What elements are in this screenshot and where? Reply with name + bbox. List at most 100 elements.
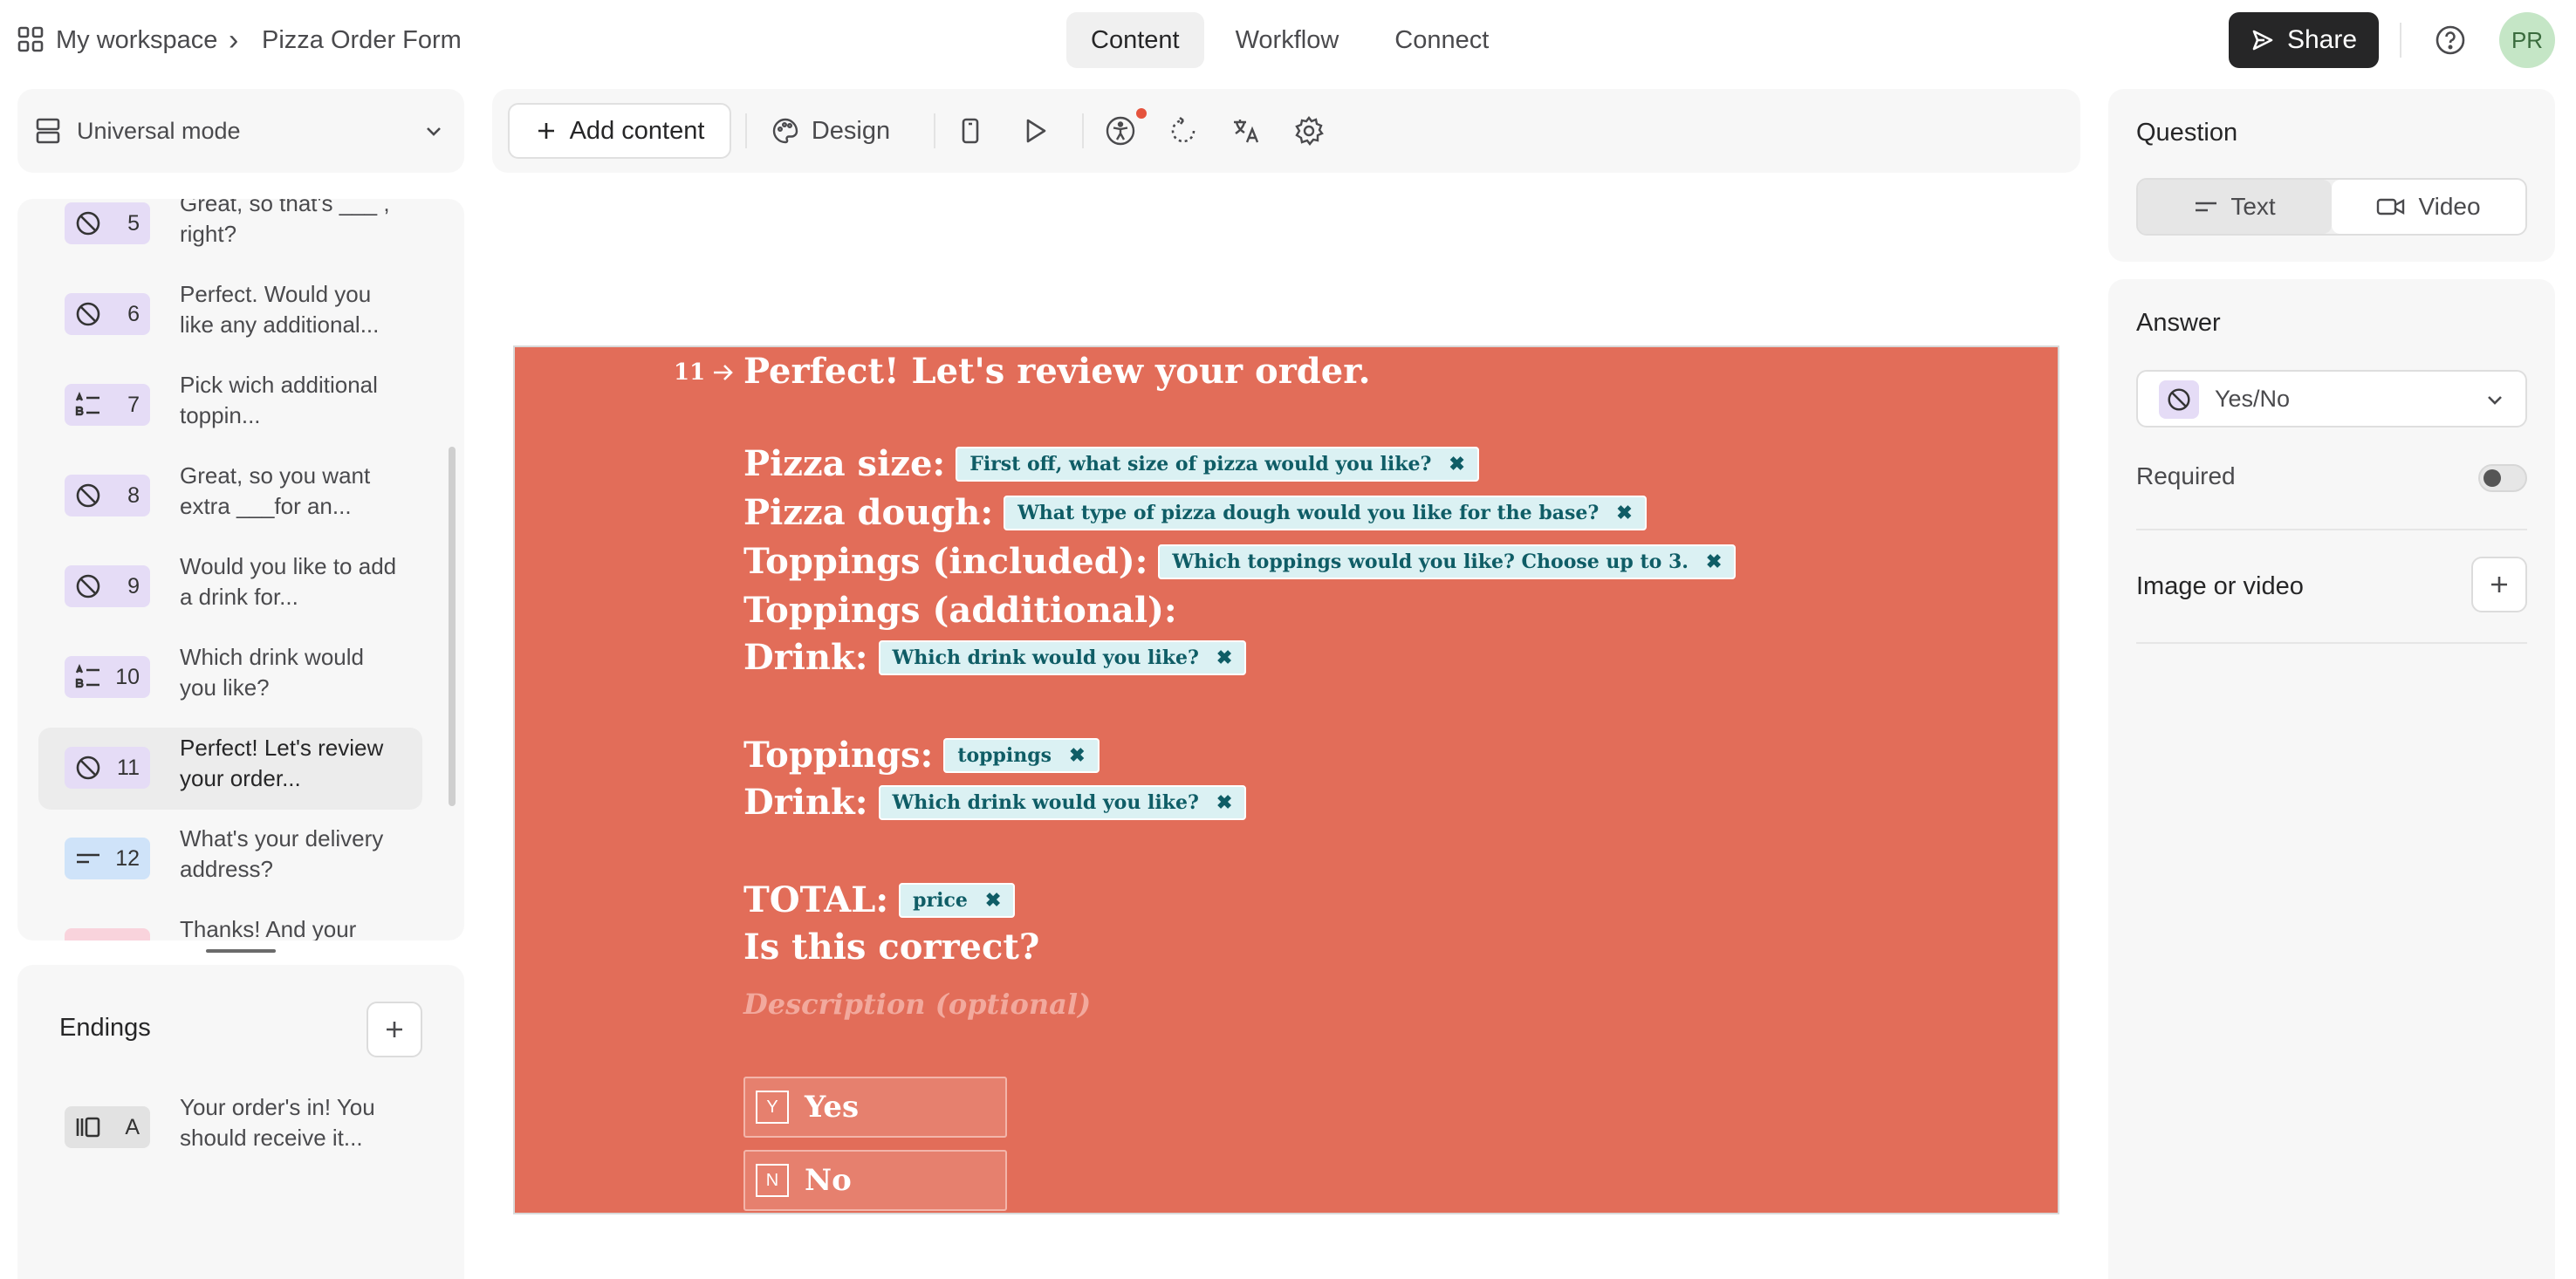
text-lines-icon <box>2194 196 2218 217</box>
help-icon[interactable] <box>2435 24 2466 56</box>
endings-title: Endings <box>59 1014 151 1042</box>
confirm-question[interactable]: Is this correct? <box>743 927 1039 968</box>
tab-workflow[interactable]: Workflow <box>1211 12 1364 68</box>
no-symbol-icon <box>73 209 103 238</box>
mode-label: Universal mode <box>77 117 241 144</box>
mode-icon <box>35 117 61 145</box>
form-canvas[interactable]: 11 Perfect! Let's review your order. Piz… <box>513 345 2059 1214</box>
settings-gear-icon[interactable] <box>1290 103 1328 159</box>
question-text: Pick wich additional toppin... <box>180 372 378 428</box>
breadcrumb-workspace[interactable]: My workspace <box>56 21 217 59</box>
list-item[interactable]: 9 Would you like to add a drink for... <box>38 546 422 628</box>
question-badge: 10 <box>65 656 150 698</box>
mode-select[interactable]: Universal mode <box>17 89 464 173</box>
summary-line: Pizza size: First off, what size of pizz… <box>743 443 1479 484</box>
description-placeholder[interactable]: Description (optional) <box>743 988 1091 1021</box>
mobile-preview-icon[interactable] <box>951 103 990 159</box>
play-icon[interactable] <box>1016 103 1054 159</box>
video-camera-icon <box>2376 195 2406 218</box>
list-item[interactable]: 12 What's your delivery address? <box>38 818 422 900</box>
summary-line: Pizza dough: What type of pizza dough wo… <box>743 492 1647 533</box>
logic-icon[interactable] <box>1164 103 1202 159</box>
choice-no[interactable]: N No <box>743 1150 1007 1211</box>
choice-yes[interactable]: Y Yes <box>743 1077 1007 1138</box>
summary-line: Drink: Which drink would you like? ✖ <box>743 637 1247 678</box>
segment-video[interactable]: Video <box>2332 180 2525 234</box>
recall-chip[interactable]: First off, what size of pizza would you … <box>956 446 1479 482</box>
tab-content[interactable]: Content <box>1066 12 1204 68</box>
question-text: Perfect. Would you like any additional..… <box>180 281 380 338</box>
resize-handle[interactable] <box>206 949 276 953</box>
share-label: Share <box>2286 25 2358 54</box>
question-text: Perfect! Let's review your order... <box>180 735 384 791</box>
question-badge: 6 <box>65 293 150 335</box>
question-text: Which drink would you like? <box>180 644 364 701</box>
ending-icon <box>73 1112 103 1142</box>
divider <box>2136 529 2527 530</box>
scrollbar[interactable] <box>449 447 456 806</box>
add-content-button[interactable]: Add content <box>508 103 731 159</box>
question-text: Great, so that's ___ , right? <box>180 199 390 247</box>
accessibility-icon[interactable] <box>1101 103 1140 159</box>
arrow-right-icon <box>712 363 735 382</box>
toolbar-divider <box>745 113 747 148</box>
required-toggle[interactable] <box>2478 464 2527 492</box>
top-bar: My workspace › Pizza Order Form Content … <box>0 0 2576 80</box>
translate-icon[interactable] <box>1227 103 1265 159</box>
question-badge: 13 <box>65 928 150 940</box>
close-icon: ✖ <box>1216 790 1233 814</box>
question-text: Would you like to add a drink for... <box>180 553 397 610</box>
ending-item[interactable]: A Your order's in! You should receive it… <box>38 1087 422 1169</box>
recall-chip[interactable]: Which drink would you like? ✖ <box>878 640 1247 675</box>
close-icon: ✖ <box>1216 646 1233 669</box>
list-item[interactable]: 7 Pick wich additional toppin... <box>38 365 422 447</box>
multiple-choice-icon <box>73 390 103 420</box>
question-badge: 9 <box>65 565 150 607</box>
answer-type-select[interactable]: Yes/No <box>2136 370 2527 427</box>
short-text-icon <box>73 844 103 873</box>
avatar[interactable]: PR <box>2499 12 2555 68</box>
plus-icon <box>535 120 558 142</box>
workspace-grid-icon[interactable] <box>17 26 44 52</box>
form-name[interactable]: Pizza Order Form <box>262 21 462 59</box>
list-item[interactable]: 10 Which drink would you like? <box>38 637 422 719</box>
list-item[interactable]: 13 Thanks! And your <box>38 909 422 940</box>
toolbar-divider <box>1082 113 1084 148</box>
recall-chip[interactable]: Which toppings would you like? Choose up… <box>1158 544 1737 579</box>
list-item[interactable]: 8 Great, so you want extra ___for an... <box>38 455 422 537</box>
question-title[interactable]: Perfect! Let's review your order. <box>743 351 1371 392</box>
share-button[interactable]: Share <box>2229 12 2379 68</box>
recall-chip[interactable]: What type of pizza dough would you like … <box>1004 495 1647 530</box>
endings-panel: Endings A Your order's in! You should re… <box>17 965 464 1279</box>
answer-type-label: Yes/No <box>2215 386 2291 412</box>
required-label: Required <box>2136 462 2236 489</box>
toolbar-divider <box>934 113 935 148</box>
add-ending-button[interactable] <box>367 1002 422 1057</box>
tab-connect[interactable]: Connect <box>1370 12 1513 68</box>
send-icon <box>2251 28 2275 52</box>
list-item[interactable]: 5 Great, so that's ___ , right? <box>38 199 422 265</box>
question-badge: 7 <box>65 384 150 426</box>
notification-dot <box>1136 108 1147 119</box>
design-button[interactable]: Design <box>761 103 901 159</box>
choice-key: Y <box>756 1091 789 1124</box>
recall-chip[interactable]: toppings ✖ <box>943 737 1100 773</box>
question-number: 11 <box>674 359 735 386</box>
editor-toolbar: Add content Design <box>492 89 2080 173</box>
question-panel-title: Question <box>2136 119 2238 147</box>
recall-chip[interactable]: price ✖ <box>899 882 1016 918</box>
recall-chip[interactable]: Which drink would you like? ✖ <box>878 784 1247 820</box>
summary-line: TOTAL: price ✖ <box>743 879 1016 920</box>
list-item-active[interactable]: 11 Perfect! Let's review your order... <box>38 728 422 810</box>
image-or-video-label: Image or video <box>2136 572 2304 600</box>
question-text: Thanks! And your <box>180 916 357 940</box>
chevron-down-icon <box>422 120 445 143</box>
add-media-button[interactable] <box>2471 557 2527 612</box>
segment-text[interactable]: Text <box>2138 180 2332 234</box>
toggle-knob <box>2484 469 2501 487</box>
choice-key: N <box>756 1164 789 1197</box>
main-tabs: Content Workflow Connect <box>1066 12 1513 68</box>
no-symbol-icon <box>73 481 103 510</box>
list-item[interactable]: 6 Perfect. Would you like any additional… <box>38 274 422 356</box>
question-badge: 5 <box>65 202 150 244</box>
